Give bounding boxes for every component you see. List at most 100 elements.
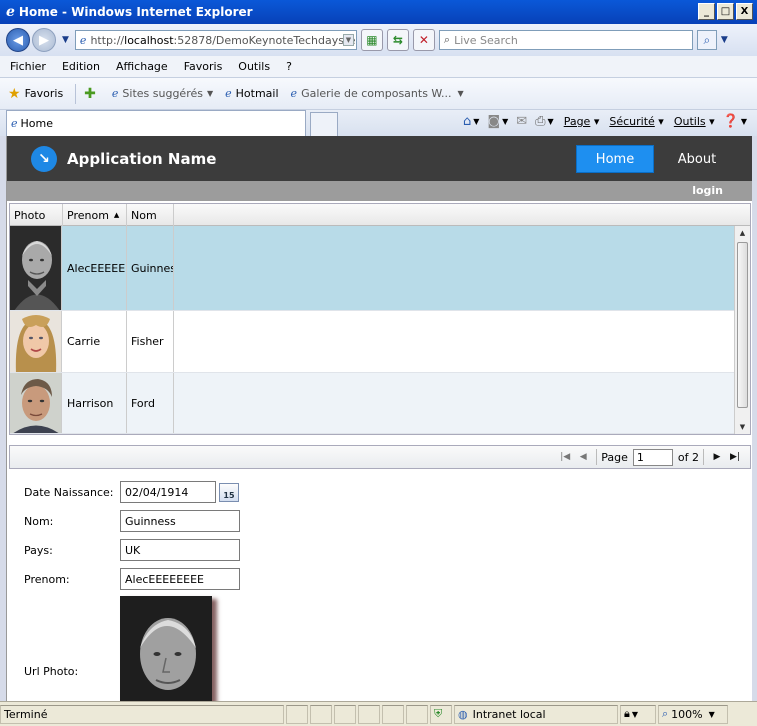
chevron-down-icon[interactable]: ▼ [741, 117, 747, 126]
status-segment [382, 704, 404, 724]
first-page-icon[interactable]: |◀ [557, 448, 573, 466]
table-row[interactable]: AlecEEEEEEEE Guinness [10, 226, 734, 311]
favorites-label: Favoris [24, 87, 64, 100]
chevron-down-icon: ▼ [457, 89, 464, 98]
search-options-icon[interactable]: ▼ [721, 35, 728, 45]
tab-home-label: Home [20, 117, 53, 130]
menu-fichier[interactable]: Fichier [10, 60, 46, 73]
login-link[interactable]: login [692, 184, 723, 197]
page-menu[interactable]: Page ▾ [564, 115, 600, 128]
home-icon[interactable]: ⌂ [463, 114, 471, 129]
status-text: Terminé [0, 704, 284, 724]
window-controls: _ □ X [698, 3, 753, 20]
gallery-label: Galerie de composants W... [301, 87, 452, 100]
nav-home[interactable]: Home [576, 145, 654, 173]
window-title: Home - Windows Internet Explorer [18, 5, 253, 19]
last-page-icon[interactable]: ▶| [727, 448, 743, 466]
page-menu-label: Page [563, 115, 591, 128]
menu-outils[interactable]: Outils [238, 60, 270, 73]
grid-pager: |◀ ◀ Page 1 of 2 ▶ ▶| [9, 445, 751, 469]
calendar-icon[interactable]: 15 [219, 483, 239, 502]
compatibility-view-button[interactable]: ▦ [360, 29, 383, 51]
print-icon[interactable]: ⎙ [535, 114, 545, 129]
feeds-icon[interactable]: ◙ [487, 114, 500, 129]
column-header-nom-label: Nom [131, 208, 157, 222]
star-icon: ★ [8, 85, 21, 102]
menu-affichage[interactable]: Affichage [116, 60, 168, 73]
chevron-down-icon: ▼ [708, 709, 715, 719]
tab-home[interactable]: e Home [6, 110, 306, 136]
menu-favoris[interactable]: Favoris [184, 60, 223, 73]
hotmail-link[interactable]: e Hotmail [225, 87, 278, 100]
refresh-button[interactable]: ⇆ [386, 29, 409, 51]
previous-page-icon[interactable]: ◀ [575, 448, 591, 466]
column-header-photo[interactable]: Photo [10, 204, 63, 226]
page-label: Page [601, 450, 628, 464]
help-icon[interactable]: ❓ [723, 114, 739, 129]
search-icon: ⌕ [443, 33, 451, 46]
address-toolbar: ◀ ▶ ▼ e http://localhost:52878/DemoKeyno… [0, 24, 757, 56]
nom-field[interactable]: Guinness [120, 510, 240, 532]
prenom-field[interactable]: AlecEEEEEEEE [120, 568, 240, 590]
chevron-down-icon[interactable]: ▼ [502, 117, 508, 126]
search-input[interactable]: ⌕ Live Search [438, 30, 693, 50]
next-page-icon[interactable]: ▶ [709, 448, 725, 466]
intranet-globe-icon: ◍ [458, 707, 468, 721]
address-bar[interactable]: e http://localhost:52878/DemoKeynoteTech… [74, 30, 357, 50]
table-row[interactable]: Carrie Fisher [10, 311, 734, 373]
history-dropdown-icon[interactable]: ▼ [62, 35, 69, 45]
grid-vertical-scrollbar[interactable]: ▲ ▼ [734, 226, 750, 434]
search-go-button[interactable]: ⌕ [696, 30, 717, 50]
ie-page-icon: e [290, 87, 298, 100]
zoom-level: 100% [671, 707, 703, 721]
column-header-prenom[interactable]: Prenom ▲ [63, 204, 127, 226]
sort-ascending-icon: ▲ [113, 211, 120, 219]
date-naissance-field[interactable]: 02/04/1914 [120, 481, 216, 503]
nom-label: Nom: [24, 515, 54, 528]
page-number-input[interactable]: 1 [632, 448, 673, 466]
people-grid: Photo Prenom ▲ Nom AlecEEEEEEEE Guinness [9, 203, 751, 435]
scroll-down-icon[interactable]: ▼ [735, 420, 750, 434]
new-tab-button[interactable] [310, 112, 338, 136]
cell-nom: Guinness [127, 226, 174, 310]
mail-icon[interactable]: ✉ [516, 114, 527, 129]
maximize-button[interactable]: □ [717, 3, 734, 20]
back-button[interactable]: ◀ [6, 28, 30, 52]
suggested-sites-link[interactable]: e Sites suggérés ▼ [112, 87, 213, 100]
close-button[interactable]: X [736, 3, 753, 20]
address-dropdown-icon[interactable]: ▼ [342, 34, 354, 46]
column-header-nom[interactable]: Nom [127, 204, 174, 226]
person-photo [10, 373, 62, 433]
grid-header: Photo Prenom ▲ Nom [10, 204, 750, 226]
favorites-button[interactable]: ★ Favoris [8, 86, 63, 102]
cell-nom: Fisher [127, 311, 174, 372]
table-row[interactable]: Harrison Ford [10, 373, 734, 434]
zoom-control[interactable]: ⌕ 100% ▼ [658, 704, 728, 724]
gallery-link[interactable]: e Galerie de composants W... ▼ [291, 87, 464, 100]
prenom-label: Prenom: [24, 573, 70, 586]
add-favorite-button[interactable]: ✚ [84, 86, 100, 102]
scroll-up-icon[interactable]: ▲ [735, 226, 750, 240]
stop-button[interactable]: ✕ [412, 29, 435, 51]
security-menu-label: Sécurité [609, 115, 655, 128]
menu-edition[interactable]: Edition [62, 60, 100, 73]
lock-icon: 🔒︎ [624, 707, 630, 720]
minimize-button[interactable]: _ [698, 3, 715, 20]
chevron-down-icon[interactable]: ▼ [548, 117, 554, 126]
protected-mode-icon[interactable]: ⛨ [430, 704, 452, 724]
status-message: Terminé [4, 707, 48, 721]
tools-menu[interactable]: Outils ▾ [674, 115, 715, 128]
nav-about[interactable]: About [667, 145, 727, 173]
chevron-down-icon[interactable]: ▼ [473, 117, 479, 126]
pays-field[interactable]: UK [120, 539, 240, 561]
menu-bar: Fichier Edition Affichage Favoris Outils… [0, 56, 757, 78]
login-bar: login [7, 181, 752, 201]
status-segment [406, 704, 428, 724]
protected-mode-button[interactable]: 🔒︎ ▼ [620, 704, 656, 724]
scroll-thumb[interactable] [737, 242, 748, 408]
security-menu[interactable]: Sécurité ▾ [609, 115, 663, 128]
command-bar: ⌂ ▼ ◙ ▼ ✉ ⎙ ▼ Page ▾ Sécurité ▾ Outils ▾… [455, 114, 747, 129]
menu-help[interactable]: ? [286, 60, 292, 73]
forward-button[interactable]: ▶ [32, 28, 56, 52]
security-zone[interactable]: ◍ Intranet local [454, 704, 618, 724]
